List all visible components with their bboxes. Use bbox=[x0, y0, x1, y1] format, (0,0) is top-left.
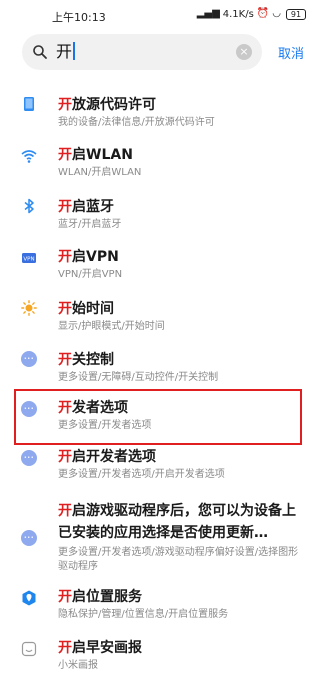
cancel-button[interactable]: 取消 bbox=[278, 43, 304, 62]
result-item[interactable]: VPN 开启VPN VPN/开启VPN bbox=[0, 240, 320, 284]
status-icons: ▂▄▆ 4.1K/s ⏰ ◡ 91 bbox=[197, 8, 306, 20]
phone-icon bbox=[24, 97, 34, 111]
svg-text:VPN: VPN bbox=[23, 257, 34, 263]
result-path: 小米画报 bbox=[58, 660, 98, 671]
alarm-icon: ⏰ bbox=[256, 8, 270, 19]
network-speed: 4.1K/s bbox=[222, 8, 254, 20]
title-rest: 启游戏驱动程序后，您可以为设备上已安装的应用选择是否使用更新… bbox=[58, 503, 296, 541]
result-path: WLAN/开启WLAN bbox=[58, 167, 142, 178]
wifi-status-icon: ◡ bbox=[272, 8, 281, 19]
result-item[interactable]: 开关控制 更多设置/无障碍/互动控件/开关控制 bbox=[0, 343, 320, 387]
result-item[interactable]: 开启蓝牙 蓝牙/开启蓝牙 bbox=[0, 190, 320, 234]
search-box[interactable]: 开 × bbox=[22, 34, 262, 70]
title-rest: 启VPN bbox=[72, 249, 119, 265]
title-highlight: 开 bbox=[58, 147, 72, 163]
title-rest: 启WLAN bbox=[72, 147, 133, 163]
title-rest: 始时间 bbox=[72, 301, 114, 317]
title-rest: 启早安画报 bbox=[72, 640, 142, 656]
result-title: 开放源代码许可 bbox=[58, 96, 156, 114]
result-title: 开启VPN bbox=[58, 248, 119, 266]
result-item[interactable]: 开启游戏驱动程序后，您可以为设备上已安装的应用选择是否使用更新… 更多设置/开发… bbox=[0, 494, 320, 590]
result-path: 隐私保护/管理/位置信息/开启位置服务 bbox=[58, 609, 229, 620]
title-rest: 放源代码许可 bbox=[72, 97, 156, 113]
location-icon bbox=[22, 590, 36, 606]
text-caret bbox=[73, 42, 76, 60]
status-time: 上午10:13 bbox=[52, 11, 106, 24]
result-path: 更多设置/开发者选项/开启开发者选项 bbox=[58, 469, 225, 480]
result-item[interactable]: 开启WLAN WLAN/开启WLAN bbox=[0, 138, 320, 182]
title-rest: 启开发者选项 bbox=[72, 449, 156, 465]
result-path: 更多设置/开发者选项/游戏驱动程序偏好设置/选择图形驱动程序 bbox=[58, 547, 299, 572]
annotation-highlight-box bbox=[14, 389, 302, 445]
result-title: 开启蓝牙 bbox=[58, 198, 114, 216]
title-highlight: 开 bbox=[58, 249, 72, 265]
title-rest: 关控制 bbox=[72, 352, 114, 368]
clear-icon[interactable]: × bbox=[236, 44, 252, 60]
search-row: 开 × 取消 bbox=[0, 30, 320, 74]
result-item[interactable]: 开启早安画报 小米画报 bbox=[0, 631, 320, 675]
result-item[interactable]: 开始时间 显示/护眼模式/开始时间 bbox=[0, 292, 320, 336]
more-icon bbox=[21, 530, 37, 546]
result-title: 开启游戏驱动程序后，您可以为设备上已安装的应用选择是否使用更新… bbox=[58, 500, 303, 544]
result-title: 开启开发者选项 bbox=[58, 448, 156, 466]
title-highlight: 开 bbox=[58, 97, 72, 113]
clock-icon bbox=[21, 641, 37, 657]
result-path: VPN/开启VPN bbox=[58, 269, 123, 280]
result-title: 开启早安画报 bbox=[58, 639, 142, 657]
result-title: 开关控制 bbox=[58, 351, 114, 369]
result-path: 蓝牙/开启蓝牙 bbox=[58, 219, 122, 230]
more-icon bbox=[21, 450, 37, 466]
sun-icon bbox=[21, 300, 37, 316]
search-icon bbox=[33, 45, 47, 59]
title-highlight: 开 bbox=[58, 301, 72, 317]
title-rest: 启位置服务 bbox=[72, 589, 142, 605]
title-rest: 启蓝牙 bbox=[72, 199, 114, 215]
result-path: 显示/护眼模式/开始时间 bbox=[58, 321, 165, 332]
search-input[interactable]: 开 bbox=[56, 42, 76, 62]
title-highlight: 开 bbox=[58, 503, 72, 519]
title-highlight: 开 bbox=[58, 352, 72, 368]
search-query: 开 bbox=[56, 42, 73, 61]
vpn-icon: VPN bbox=[22, 253, 36, 263]
wifi-icon bbox=[21, 150, 37, 163]
battery-icon: 91 bbox=[286, 8, 306, 20]
title-highlight: 开 bbox=[58, 449, 72, 465]
result-title: 开启WLAN bbox=[58, 146, 133, 164]
result-item[interactable]: 开启位置服务 隐私保护/管理/位置信息/开启位置服务 bbox=[0, 580, 320, 624]
battery-level: 91 bbox=[290, 9, 302, 19]
result-path: 我的设备/法律信息/开放源代码许可 bbox=[58, 117, 215, 128]
title-highlight: 开 bbox=[58, 640, 72, 656]
status-bar: 上午10:13 ▂▄▆ 4.1K/s ⏰ ◡ 91 bbox=[0, 0, 320, 30]
result-title: 开始时间 bbox=[58, 300, 114, 318]
result-path: 更多设置/无障碍/互动控件/开关控制 bbox=[58, 372, 219, 383]
result-item[interactable]: 开放源代码许可 我的设备/法律信息/开放源代码许可 bbox=[0, 88, 320, 132]
title-highlight: 开 bbox=[58, 199, 72, 215]
result-item[interactable]: 开启开发者选项 更多设置/开发者选项/开启开发者选项 bbox=[0, 444, 320, 488]
bluetooth-icon bbox=[24, 198, 34, 214]
more-icon bbox=[21, 351, 37, 367]
signal-icon: ▂▄▆ bbox=[196, 8, 220, 19]
title-highlight: 开 bbox=[58, 589, 72, 605]
result-title: 开启位置服务 bbox=[58, 588, 142, 606]
